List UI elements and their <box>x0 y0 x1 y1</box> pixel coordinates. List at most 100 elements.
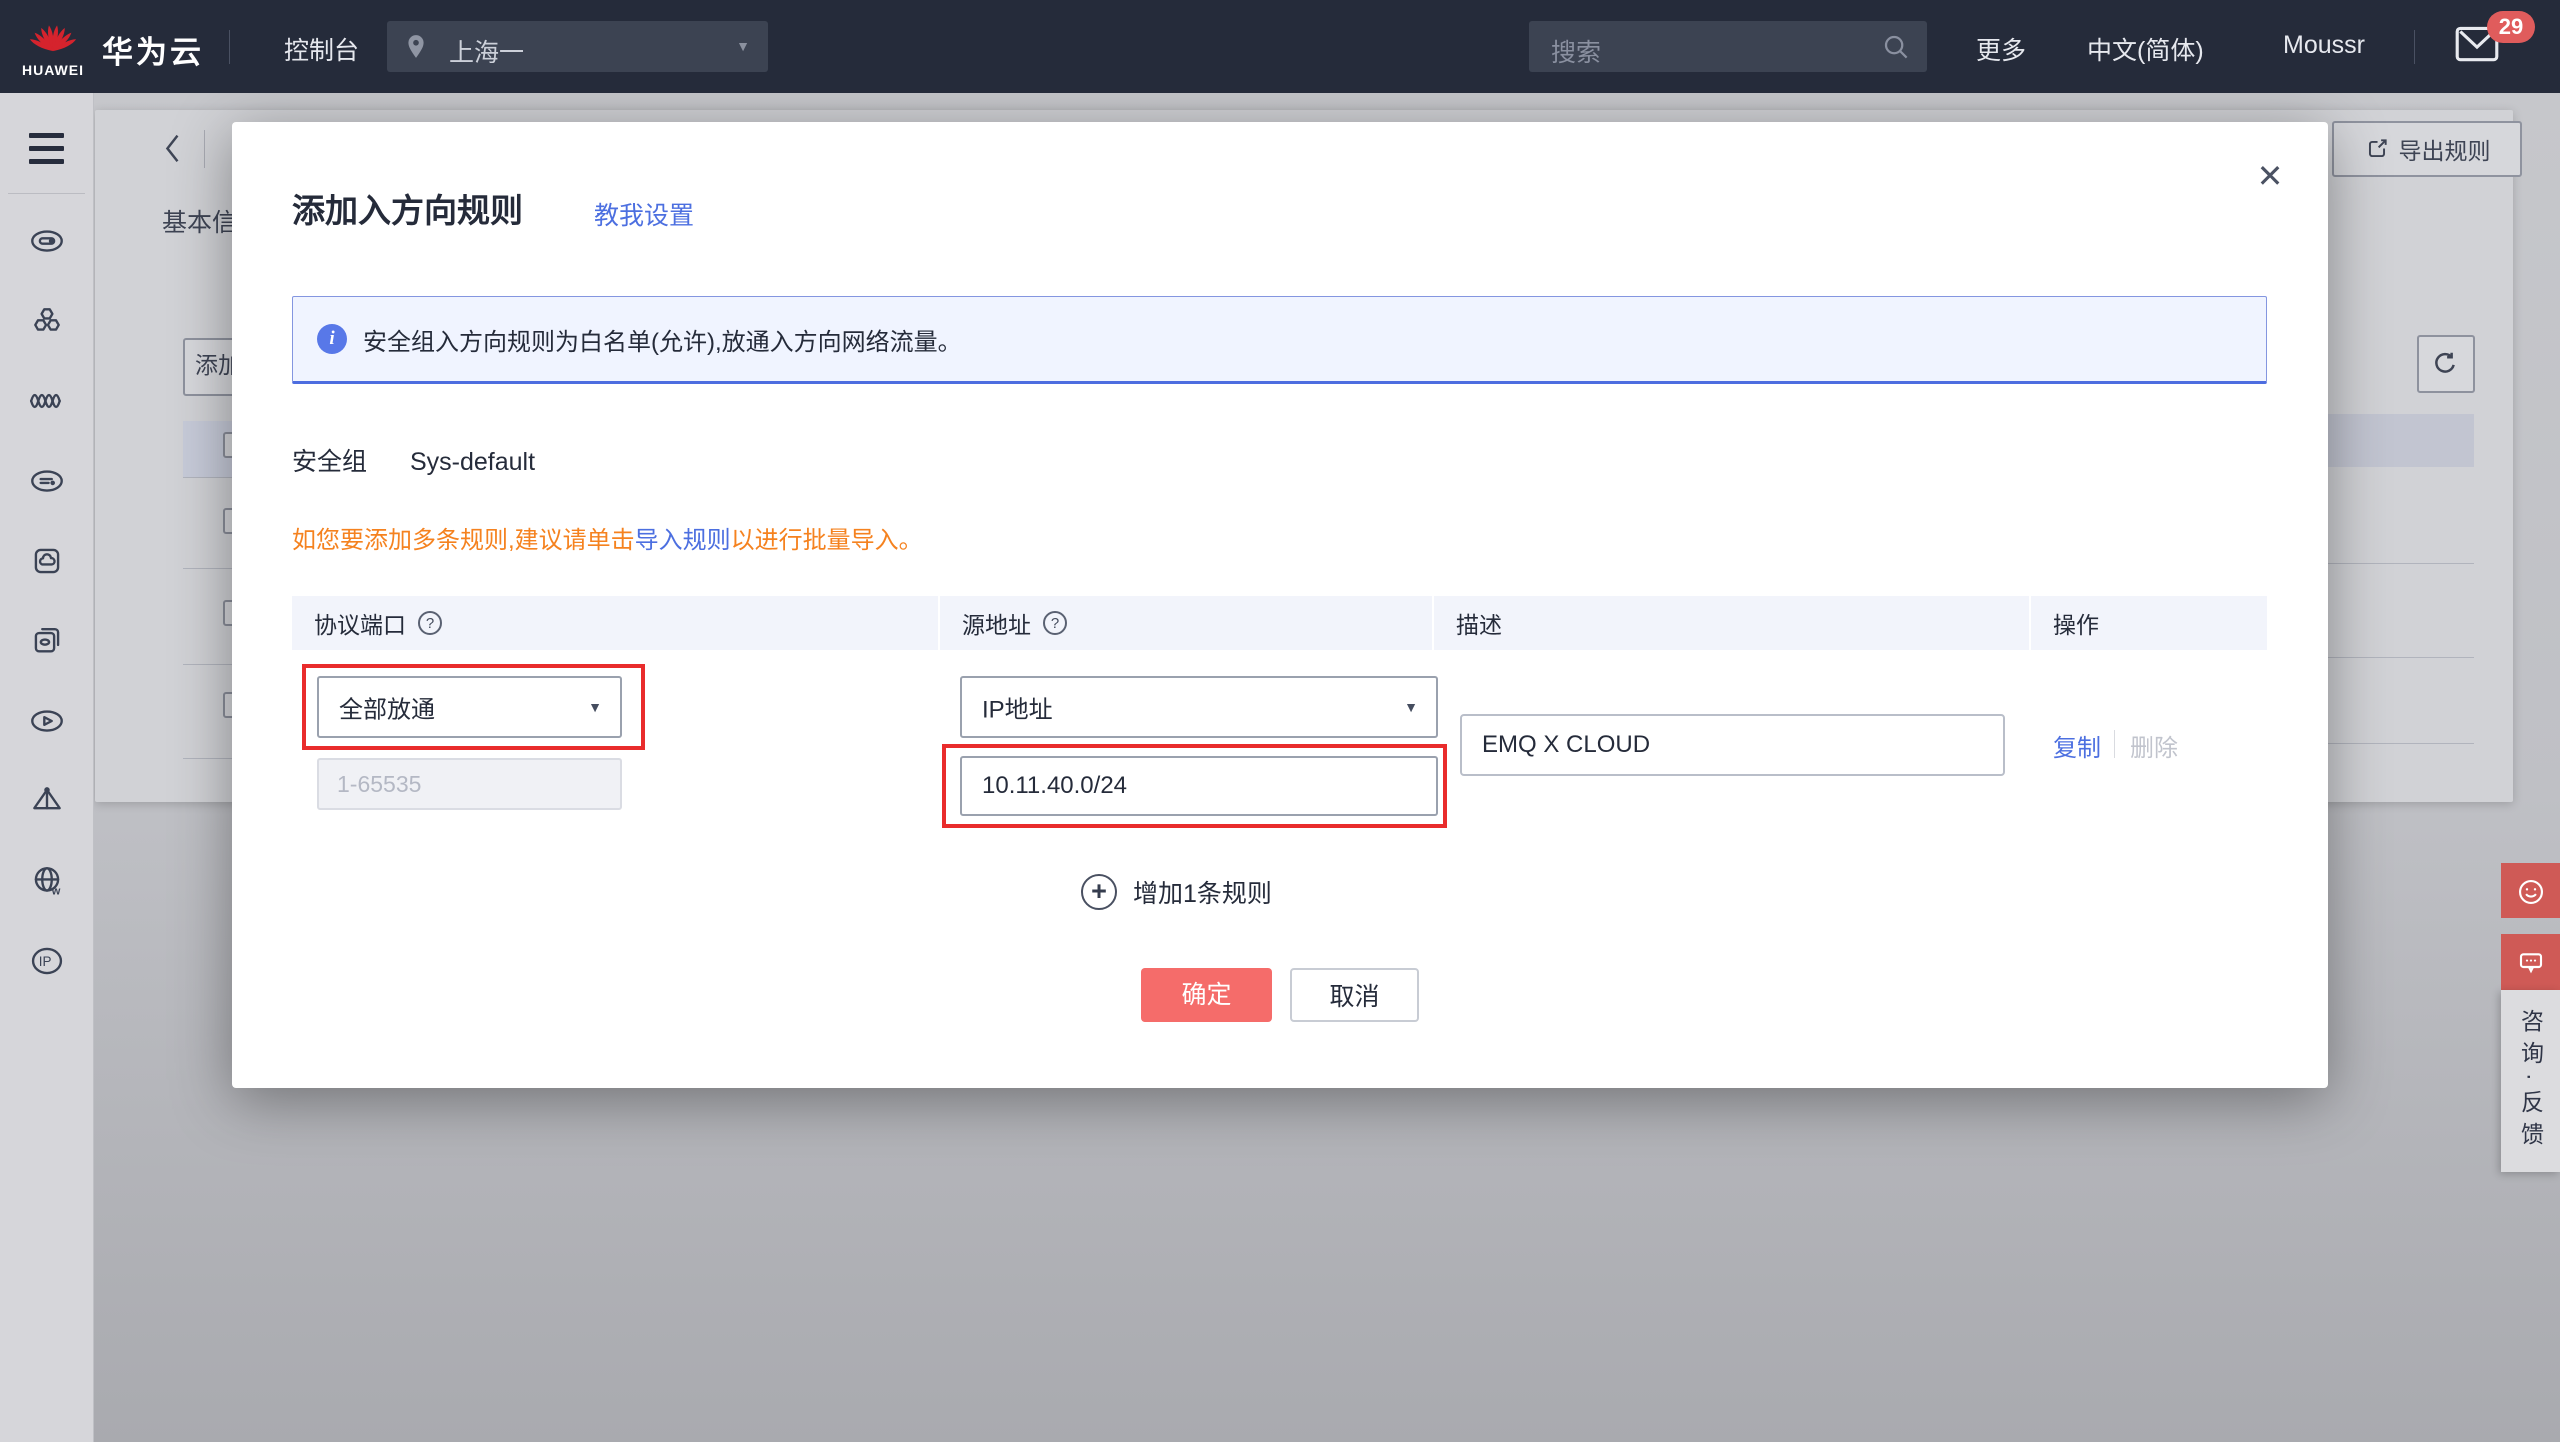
security-group-row: 安全组 Sys-default <box>292 442 535 478</box>
region-label: 上海一 <box>449 33 524 69</box>
chat-bubble-icon <box>2514 947 2548 979</box>
copy-rule-link[interactable]: 复制 <box>2053 728 2101 763</box>
huawei-logo-text: HUAWEI <box>20 62 86 78</box>
cancel-button[interactable]: 取消 <box>1290 968 1419 1022</box>
svg-text:w: w <box>51 885 61 897</box>
column-protocol-port: 协议端口 ? <box>292 596 938 650</box>
ip-circle-icon: IP <box>28 942 66 980</box>
cloud-server-icon <box>28 222 66 260</box>
add-one-rule-button[interactable]: + 增加1条规则 <box>1081 874 1272 910</box>
consult-feedback-label: 咨询·反馈 <box>2514 1009 2548 1154</box>
delete-rule-link[interactable]: 删除 <box>2130 728 2178 763</box>
sidebar-item-images[interactable] <box>28 622 66 660</box>
dialog-title: 添加入方向规则 <box>292 184 523 232</box>
notice-suffix: 以进行批量导入。 <box>731 527 923 554</box>
app-box-cloud-icon <box>28 542 66 580</box>
image-copies-icon <box>28 622 66 660</box>
sidebar-item-ip[interactable]: IP <box>28 942 66 980</box>
chat-support-button[interactable] <box>2501 934 2560 990</box>
sidebar-item-graph[interactable] <box>28 782 66 820</box>
brand-title[interactable]: 华为云 <box>102 27 204 72</box>
message-count-badge: 29 <box>2487 11 2535 43</box>
chevron-down-icon: ▼ <box>588 699 602 715</box>
hamburger-menu-icon[interactable] <box>29 133 64 165</box>
back-button[interactable] <box>160 130 186 168</box>
chevron-down-icon: ▼ <box>1404 699 1418 715</box>
rule-table-header: 协议端口 ? 源地址 ? 描述 操作 <box>292 596 2267 650</box>
top-navbar: HUAWEI 华为云 控制台 上海一 ▼ 搜索 更多 中文(简体) Moussr <box>0 0 2560 93</box>
batch-import-notice: 如您要添加多条规则,建议请单击导入规则以进行批量导入。 <box>292 520 923 555</box>
source-type-select[interactable]: IP地址 ▼ <box>960 676 1438 738</box>
language-selector[interactable]: 中文(简体) <box>2087 31 2204 67</box>
sidebar-item-cloud-media[interactable] <box>28 702 66 740</box>
info-banner-text: 安全组入方向规则为白名单(允许),放通入方向网络流量。 <box>363 322 962 357</box>
more-menu[interactable]: 更多 <box>1976 31 2026 67</box>
export-rules-button[interactable]: 导出规则 <box>2332 121 2522 177</box>
search-icon <box>1881 32 1911 62</box>
security-group-label: 安全组 <box>292 448 367 476</box>
sidebar-divider <box>8 193 85 194</box>
port-range-input[interactable] <box>317 758 622 810</box>
topbar-divider <box>229 30 230 64</box>
search-placeholder: 搜索 <box>1551 33 1601 69</box>
info-icon: i <box>317 324 347 354</box>
pyramid-icon <box>28 782 66 820</box>
description-input[interactable] <box>1460 714 2005 776</box>
huawei-fan-icon <box>27 10 79 56</box>
column-description: 描述 <box>1434 596 2029 650</box>
add-one-rule-label: 增加1条规则 <box>1133 874 1272 910</box>
waves-icon <box>28 382 66 420</box>
sidebar-item-cloud-server[interactable] <box>28 222 66 260</box>
refresh-icon <box>2430 348 2460 378</box>
consult-feedback-tab[interactable]: 咨询·反馈 <box>2501 990 2560 1172</box>
satisfaction-survey-button[interactable] <box>2501 863 2560 918</box>
svg-text:IP: IP <box>39 954 52 969</box>
import-rules-link[interactable]: 导入规则 <box>635 527 731 554</box>
globe-w-icon: w <box>28 862 66 900</box>
confirm-button[interactable]: 确定 <box>1141 968 1272 1022</box>
add-inbound-rule-dialog: ✕ 添加入方向规则 教我设置 i 安全组入方向规则为白名单(允许),放通入方向网… <box>232 122 2328 1088</box>
info-banner: i 安全组入方向规则为白名单(允许),放通入方向网络流量。 <box>292 296 2267 384</box>
protocol-select[interactable]: 全部放通 ▼ <box>317 676 622 738</box>
console-link[interactable]: 控制台 <box>284 31 359 67</box>
row-divider <box>183 568 233 569</box>
background-tab-basic-info[interactable]: 基本信 <box>162 203 237 239</box>
column-source: 源地址 ? <box>940 596 1432 650</box>
background-divider <box>204 130 205 168</box>
topbar-divider <box>2414 30 2415 64</box>
location-pin-icon <box>403 30 429 62</box>
close-icon[interactable]: ✕ <box>2248 154 2292 198</box>
screen: HUAWEI 华为云 控制台 上海一 ▼ 搜索 更多 中文(简体) Moussr <box>0 0 2560 1442</box>
column-operation: 操作 <box>2031 596 2267 650</box>
chevron-down-icon: ▼ <box>736 38 750 54</box>
row-divider <box>183 758 233 759</box>
search-input[interactable]: 搜索 <box>1529 21 1927 72</box>
protocol-select-value: 全部放通 <box>339 690 435 725</box>
sidebar-item-cluster[interactable] <box>28 302 66 340</box>
row-divider <box>183 477 233 478</box>
action-divider <box>2114 730 2115 758</box>
teach-me-link[interactable]: 教我设置 <box>594 196 694 232</box>
cloud-dashboard-icon <box>28 462 66 500</box>
sidebar-item-cloud-console[interactable] <box>28 462 66 500</box>
help-icon[interactable]: ? <box>418 611 442 635</box>
source-ip-input[interactable] <box>960 756 1438 816</box>
help-icon[interactable]: ? <box>1043 611 1067 635</box>
username-menu[interactable]: Moussr <box>2283 31 2365 60</box>
sidebar-item-global-web[interactable]: w <box>28 862 66 900</box>
refresh-button[interactable] <box>2417 335 2475 393</box>
row-divider <box>183 664 233 665</box>
security-group-value: Sys-default <box>410 448 535 476</box>
notice-prefix: 如您要添加多条规则,建议请单击 <box>292 527 635 554</box>
export-button-label: 导出规则 <box>2399 132 2491 166</box>
plus-circle-icon: + <box>1081 874 1117 910</box>
smiley-icon <box>2514 876 2548 908</box>
left-sidebar: w IP <box>0 93 94 1442</box>
hexagon-cluster-icon <box>28 302 66 340</box>
export-icon <box>2364 136 2390 162</box>
sidebar-item-pipeline[interactable] <box>28 382 66 420</box>
source-type-value: IP地址 <box>982 690 1053 725</box>
region-selector[interactable]: 上海一 ▼ <box>387 21 768 72</box>
sidebar-item-app[interactable] <box>28 542 66 580</box>
huawei-logo[interactable]: HUAWEI <box>20 10 86 82</box>
